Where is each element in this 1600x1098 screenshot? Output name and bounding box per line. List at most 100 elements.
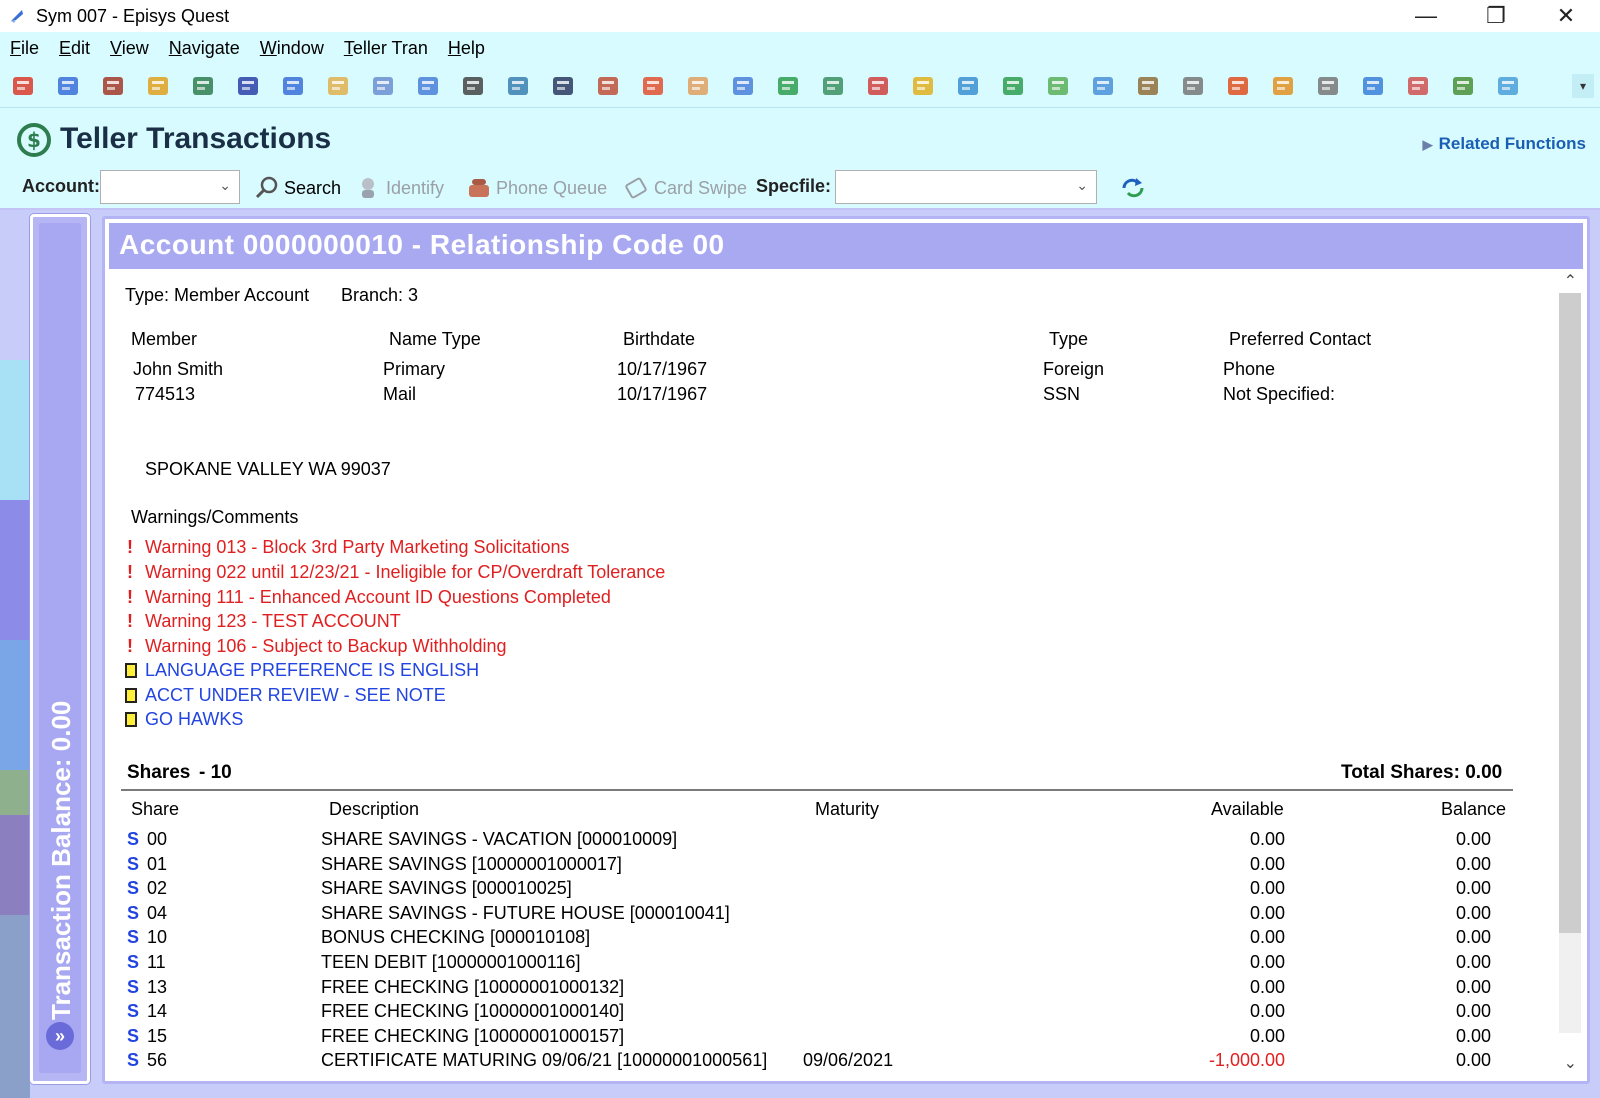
- warning-item[interactable]: Warning 022 until 12/23/21 - Ineligible …: [145, 562, 665, 583]
- back-arrow-toolbar-button[interactable]: [8, 71, 38, 101]
- note-item[interactable]: LANGUAGE PREFERENCE IS ENGLISH: [145, 660, 479, 681]
- share-description: SHARE SAVINGS - VACATION [000010009]: [321, 829, 678, 849]
- restore-button[interactable]: ❐: [1464, 0, 1528, 32]
- forms-toolbar-button[interactable]: [728, 71, 758, 101]
- monitor-icon: [553, 76, 573, 95]
- specfile-select[interactable]: ⌄: [835, 170, 1097, 204]
- tasks-toolbar-button[interactable]: [818, 71, 848, 101]
- expand-sidebar-button[interactable]: »: [46, 1022, 74, 1050]
- close-button[interactable]: ✕: [1534, 0, 1598, 32]
- share-description: SHARE SAVINGS [000010025]: [321, 878, 572, 899]
- vertical-scrollbar[interactable]: [1559, 293, 1581, 1033]
- calendar-toolbar-button[interactable]: [458, 71, 488, 101]
- share-balance: 0.00: [1455, 1050, 1491, 1071]
- warning-item[interactable]: Warning 111 - Enhanced Account ID Questi…: [145, 587, 611, 608]
- related-functions-link[interactable]: ▶ Related Functions: [1423, 134, 1586, 154]
- account-select[interactable]: ⌄: [100, 170, 240, 204]
- network-icon: [508, 76, 528, 95]
- note-item[interactable]: GO HAWKS: [145, 709, 243, 730]
- person-house-toolbar-button[interactable]: [188, 71, 218, 101]
- settings-toolbar-button[interactable]: [1313, 71, 1343, 101]
- share-type-marker: S: [127, 829, 140, 849]
- warning-icon: !: [127, 562, 133, 582]
- notes-toolbar-button[interactable]: [278, 71, 308, 101]
- members-toolbar-button[interactable]: [53, 71, 83, 101]
- network-toolbar-button[interactable]: [503, 71, 533, 101]
- menu-navigate[interactable]: Navigate: [169, 38, 240, 59]
- question-toolbar-button[interactable]: [1043, 71, 1073, 101]
- search-icon: [255, 176, 278, 199]
- menu-window[interactable]: Window: [260, 38, 324, 59]
- display-toolbar-button[interactable]: [1493, 71, 1523, 101]
- copy-toolbar-button[interactable]: [413, 71, 443, 101]
- note-icon: [125, 663, 137, 678]
- award-toolbar-button[interactable]: [323, 71, 353, 101]
- money-toolbar-button[interactable]: [1448, 71, 1478, 101]
- chart-b-toolbar-button[interactable]: [998, 71, 1028, 101]
- menu-teller-tran[interactable]: Teller Tran: [344, 38, 428, 59]
- share-description: FREE CHECKING [10000001000132]: [321, 976, 625, 997]
- document-icon: [373, 76, 393, 95]
- gear-cd-toolbar-button[interactable]: [683, 71, 713, 101]
- warning-icon: !: [127, 611, 133, 631]
- teller-logo-icon: $: [17, 123, 51, 157]
- toolbar-overflow-button[interactable]: ▾: [1572, 74, 1594, 98]
- question-icon: [1048, 76, 1068, 95]
- warning-icon: !: [127, 587, 133, 607]
- folder-red-toolbar-button[interactable]: [908, 71, 938, 101]
- share-id: 56: [147, 1050, 168, 1071]
- member-preferred-contact: Phone: [1223, 359, 1276, 379]
- minimize-button[interactable]: —: [1394, 0, 1458, 32]
- share-description: SHARE SAVINGS [10000001000017]: [321, 853, 622, 874]
- warning-item[interactable]: Warning 013 - Block 3rd Party Marketing …: [145, 537, 570, 558]
- scrollbar-thumb[interactable]: [1559, 293, 1581, 933]
- identify-button[interactable]: Identify: [356, 174, 444, 202]
- member-name-type: Mail: [383, 384, 417, 404]
- person-house-icon: [193, 76, 213, 95]
- share-type-marker: S: [127, 976, 140, 997]
- menu-view[interactable]: View: [110, 38, 149, 59]
- lock-toolbar-button[interactable]: [98, 71, 128, 101]
- back-arrow-icon: [13, 76, 33, 95]
- mail-toolbar-button[interactable]: [1268, 71, 1298, 101]
- cube-toolbar-button[interactable]: [1088, 71, 1118, 101]
- card-swipe-icon: [625, 177, 647, 199]
- share-available: 0.00: [1249, 976, 1285, 997]
- calendar-icon: [463, 76, 483, 95]
- menu-file[interactable]: File: [10, 38, 39, 59]
- note-item[interactable]: ACCT UNDER REVIEW - SEE NOTE: [145, 685, 446, 706]
- report-toolbar-button[interactable]: [1133, 71, 1163, 101]
- document-toolbar-button[interactable]: [368, 71, 398, 101]
- cycle-toolbar-button[interactable]: [863, 71, 893, 101]
- scroll-down-icon[interactable]: ⌄: [1564, 1053, 1577, 1073]
- warning-item[interactable]: Warning 123 - TEST ACCOUNT: [145, 611, 401, 632]
- person-red-toolbar-button[interactable]: [1223, 71, 1253, 101]
- search-button[interactable]: Search: [254, 174, 341, 202]
- related-functions-label: Related Functions: [1438, 134, 1586, 153]
- refresh-icon[interactable]: [1118, 174, 1148, 202]
- warning-item[interactable]: Warning 106 - Subject to Backup Withhold…: [145, 636, 507, 657]
- share-balance: 0.00: [1455, 878, 1491, 899]
- card-swipe-button[interactable]: Card Swipe: [624, 174, 747, 202]
- card-toolbar-button[interactable]: [1178, 71, 1208, 101]
- tasks-icon: [823, 76, 843, 95]
- shares-count: - 10: [199, 762, 232, 783]
- chart-a-toolbar-button[interactable]: [953, 71, 983, 101]
- home-toolbar-button[interactable]: [233, 71, 263, 101]
- share-balance: 0.00: [1455, 1025, 1491, 1046]
- menu-help[interactable]: Help: [448, 38, 485, 59]
- globe-toolbar-button[interactable]: [1358, 71, 1388, 101]
- monitor-toolbar-button[interactable]: [548, 71, 578, 101]
- people-toolbar-button[interactable]: [1403, 71, 1433, 101]
- scroll-up-icon[interactable]: ⌃: [1564, 271, 1577, 291]
- tools-toolbar-button[interactable]: [593, 71, 623, 101]
- cards-toolbar-button[interactable]: [638, 71, 668, 101]
- phone-queue-button[interactable]: Phone Queue: [466, 174, 607, 202]
- menu-bar: File Edit View Navigate Window Teller Tr…: [0, 32, 1600, 64]
- transaction-balance: Transaction Balance: 0.00: [46, 700, 76, 1020]
- money-icon: [1453, 76, 1473, 95]
- edit-toolbar-button[interactable]: [143, 71, 173, 101]
- computer-toolbar-button[interactable]: [773, 71, 803, 101]
- folder-red-icon: [913, 76, 933, 95]
- menu-edit[interactable]: Edit: [59, 38, 90, 59]
